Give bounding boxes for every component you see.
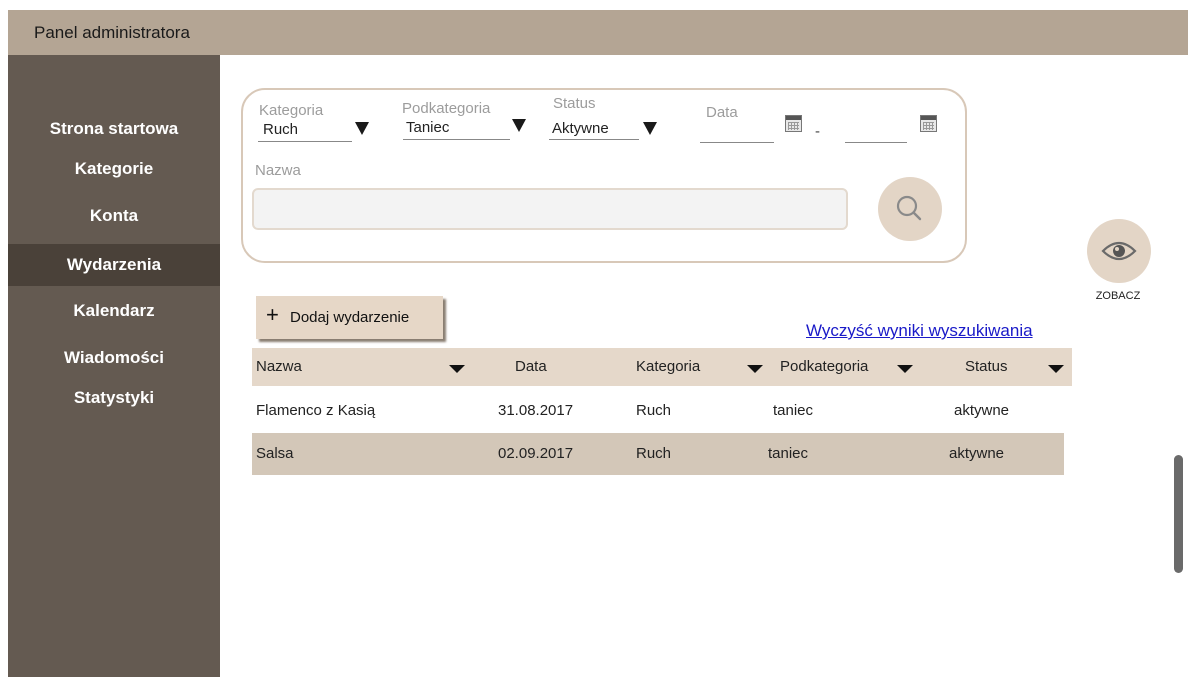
category-label: Kategoria [259, 102, 324, 119]
sidebar-item-strona-startowa[interactable]: Strona startowa [8, 119, 220, 139]
date-to-field[interactable] [845, 142, 907, 143]
date-label: Data [706, 104, 738, 121]
top-bar: Panel administratora [8, 10, 1188, 55]
clear-results-link[interactable]: Wyczyść wyniki wyszukiwania [806, 321, 1033, 341]
sidebar-item-wydarzenia[interactable]: Wydarzenia [8, 244, 220, 286]
view-label: ZOBACZ [1095, 290, 1141, 302]
cell-podkategoria: taniec [773, 402, 814, 419]
category-select[interactable]: Ruch [263, 121, 298, 138]
cell-podkategoria: taniec [768, 445, 809, 462]
cell-data: 02.09.2017 [498, 445, 574, 462]
sidebar-item-konta[interactable]: Konta [8, 206, 220, 226]
cell-kategoria: Ruch [636, 445, 672, 462]
view-button[interactable] [1087, 219, 1151, 283]
date-from-field[interactable] [700, 142, 774, 143]
sort-kategoria-icon[interactable] [747, 365, 763, 373]
column-header-podkategoria[interactable]: Podkategoria [780, 358, 868, 375]
subcategory-underline [403, 139, 510, 140]
cell-status: aktywne [949, 445, 1005, 462]
cell-nazwa: Salsa [256, 445, 294, 462]
search-button[interactable] [878, 177, 942, 241]
name-input[interactable] [252, 188, 848, 230]
status-underline [549, 139, 639, 140]
table-row[interactable]: Salsa 02.09.2017 Ruch taniec aktywne [252, 433, 1064, 475]
subcategory-dropdown-icon[interactable] [512, 119, 526, 132]
status-select[interactable]: Aktywne [552, 120, 609, 137]
sidebar-item-wiadomosci[interactable]: Wiadomości [8, 348, 220, 368]
subcategory-select[interactable]: Taniec [406, 119, 449, 136]
name-label: Nazwa [255, 162, 301, 179]
column-header-kategoria[interactable]: Kategoria [636, 358, 700, 375]
date-separator: - [815, 123, 820, 140]
sort-nazwa-icon[interactable] [449, 365, 465, 373]
column-header-status[interactable]: Status [965, 358, 1008, 375]
sidebar-item-statystyki[interactable]: Statystyki [8, 388, 220, 408]
calendar-icon[interactable] [785, 115, 802, 132]
calendar-icon[interactable] [920, 115, 937, 132]
sidebar-item-kalendarz[interactable]: Kalendarz [8, 301, 220, 321]
category-underline [258, 141, 352, 142]
app-title: Panel administratora [34, 23, 190, 42]
sort-podkategoria-icon[interactable] [897, 365, 913, 373]
column-header-nazwa[interactable]: Nazwa [256, 358, 302, 375]
vertical-scrollbar[interactable] [1174, 455, 1183, 573]
sidebar-item-kategorie[interactable]: Kategorie [8, 159, 220, 179]
table-header: Nazwa Data Kategoria Podkategoria Status [252, 348, 1072, 386]
category-dropdown-icon[interactable] [355, 122, 369, 135]
subcategory-label: Podkategoria [402, 100, 491, 117]
cell-kategoria: Ruch [636, 402, 672, 419]
search-icon [896, 195, 922, 221]
status-dropdown-icon[interactable] [643, 122, 657, 135]
add-event-button[interactable]: + Dodaj wydarzenie [256, 296, 443, 339]
eye-icon [1101, 241, 1137, 261]
column-header-data[interactable]: Data [515, 358, 547, 375]
cell-nazwa: Flamenco z Kasią [256, 402, 376, 419]
status-label: Status [553, 95, 596, 112]
plus-icon: + [266, 302, 279, 327]
table-row[interactable]: Flamenco z Kasią 31.08.2017 Ruch taniec … [252, 390, 1064, 432]
sidebar: Strona startowa Kategorie Konta Wydarzen… [8, 55, 220, 677]
sort-status-icon[interactable] [1048, 365, 1064, 373]
add-event-label: Dodaj wydarzenie [290, 309, 410, 326]
filter-panel [241, 88, 967, 263]
cell-data: 31.08.2017 [498, 402, 574, 419]
cell-status: aktywne [954, 402, 1010, 419]
